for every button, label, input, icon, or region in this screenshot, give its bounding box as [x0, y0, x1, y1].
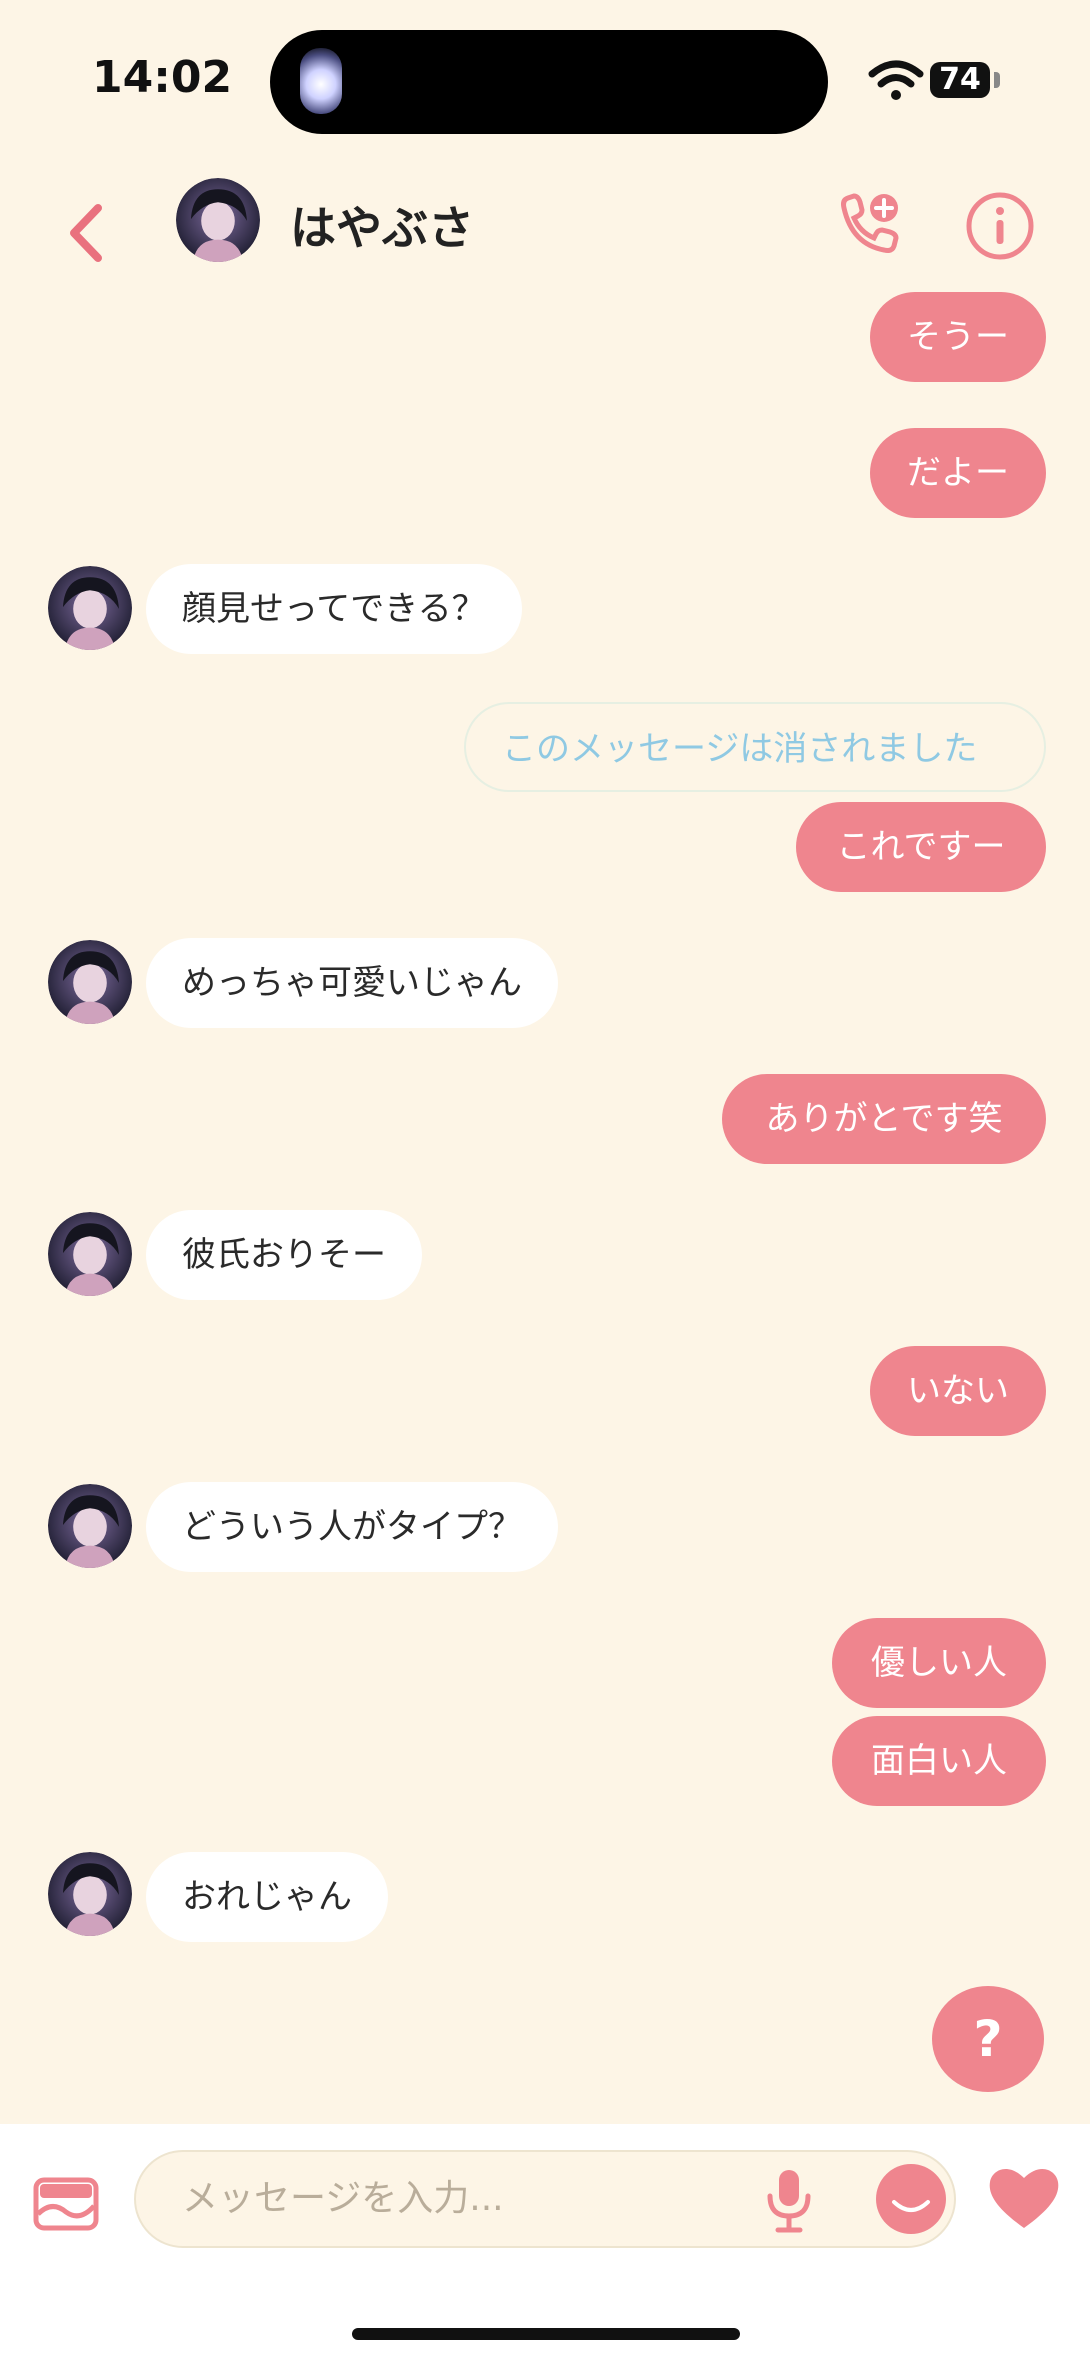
outgoing-message[interactable]: 面白い人	[832, 1716, 1046, 1806]
incoming-message[interactable]: 顔見せってできる？	[146, 564, 522, 654]
incoming-message[interactable]: おれじゃん	[146, 1852, 388, 1942]
outgoing-message[interactable]: ありがとです笑	[722, 1074, 1046, 1164]
incoming-message[interactable]: どういう人がタイプ？	[146, 1482, 558, 1572]
incoming-message[interactable]: 彼氏おりそー	[146, 1210, 422, 1300]
sender-avatar[interactable]	[48, 1852, 132, 1936]
outgoing-message[interactable]: だよー	[870, 428, 1046, 518]
message-composer: メッセージを入力...	[0, 2124, 1090, 2364]
status-bar: 14:02 74	[0, 0, 1090, 150]
image-icon[interactable]	[32, 2174, 100, 2234]
emoji-icon[interactable]	[874, 2162, 948, 2236]
wifi-icon	[868, 60, 924, 100]
sender-avatar[interactable]	[48, 1484, 132, 1568]
outgoing-message[interactable]: これですー	[796, 802, 1046, 892]
dynamic-island	[270, 30, 828, 134]
sender-avatar[interactable]	[48, 1212, 132, 1296]
contact-avatar[interactable]	[176, 178, 260, 262]
incoming-message[interactable]: めっちゃ可愛いじゃん	[146, 938, 558, 1028]
message-input[interactable]: メッセージを入力...	[134, 2150, 956, 2248]
outgoing-message[interactable]: 優しい人	[832, 1618, 1046, 1708]
outgoing-message[interactable]: いない	[870, 1346, 1046, 1436]
flashlight-icon	[300, 48, 342, 114]
info-icon[interactable]	[964, 190, 1036, 262]
outgoing-message[interactable]: そうー	[870, 292, 1046, 382]
home-indicator	[352, 2328, 740, 2340]
chat-header: はやぶさ	[0, 160, 1090, 290]
status-time: 14:02	[92, 52, 233, 103]
help-button[interactable]: ?	[932, 1986, 1044, 2092]
sender-avatar[interactable]	[48, 566, 132, 650]
sender-avatar[interactable]	[48, 940, 132, 1024]
contact-name: はやぶさ	[290, 201, 474, 255]
microphone-icon[interactable]	[764, 2166, 814, 2234]
chevron-left-icon[interactable]	[58, 198, 118, 268]
phone-plus-icon[interactable]	[834, 190, 904, 260]
message-input-placeholder: メッセージを入力...	[182, 2178, 504, 2219]
battery-indicator: 74	[930, 62, 990, 98]
heart-icon[interactable]	[986, 2164, 1062, 2232]
deleted-message-notice: このメッセージは消されました	[464, 702, 1046, 792]
battery-tip	[994, 72, 1000, 88]
